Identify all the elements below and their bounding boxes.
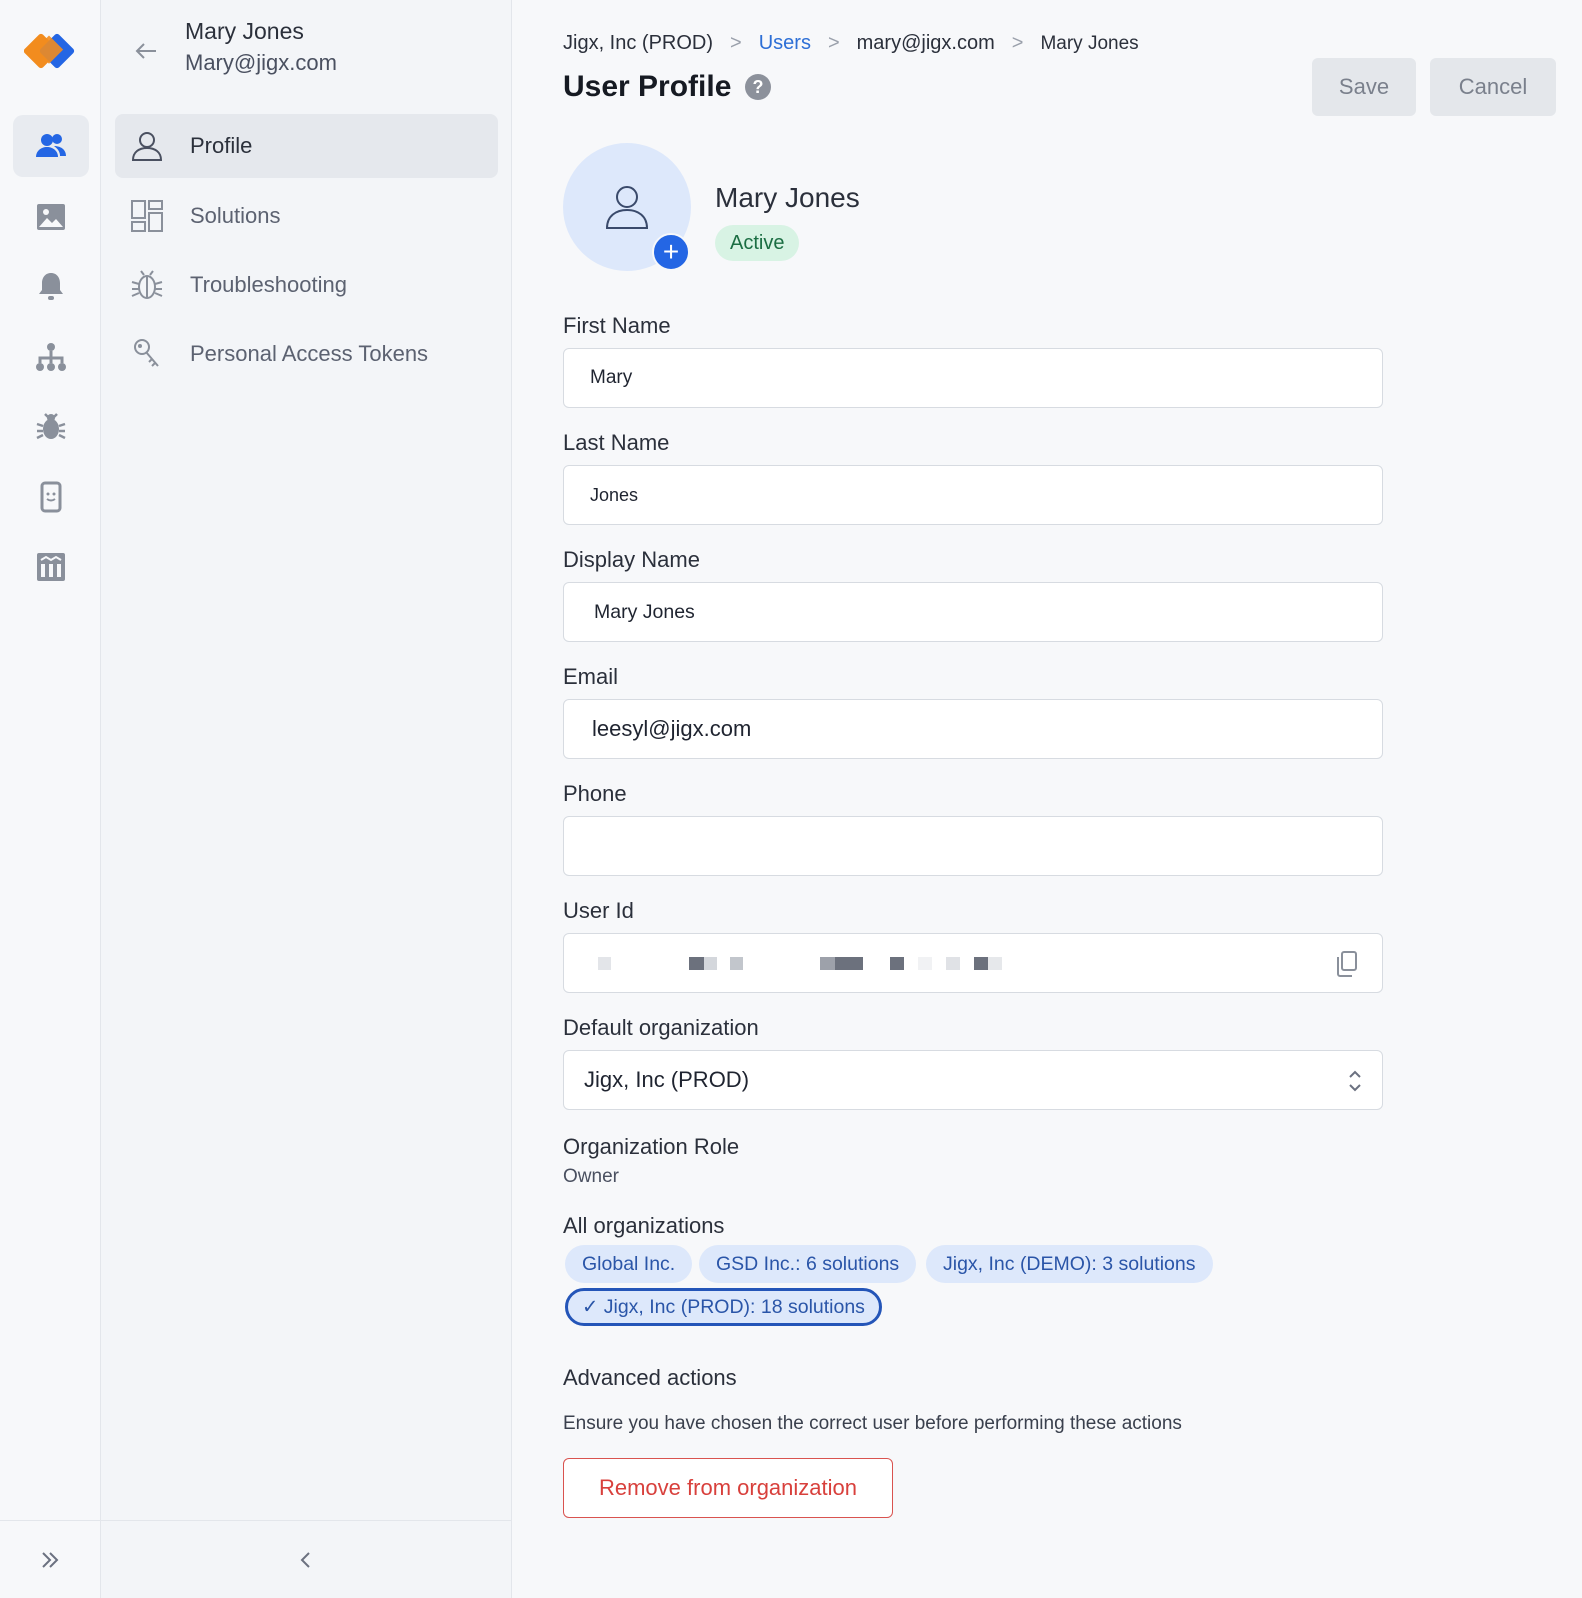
user-nav-panel: Mary Jones Mary@jigx.com Profile Solutio… — [101, 0, 512, 1598]
nav-item-troubleshooting[interactable]: Troubleshooting — [115, 253, 498, 317]
default-org-value: Jigx, Inc (PROD) — [584, 1067, 750, 1092]
phone-field[interactable] — [563, 816, 1383, 876]
rail-notifications[interactable] — [13, 256, 89, 318]
phone-label: Phone — [563, 781, 627, 806]
rail-warehouse[interactable] — [13, 536, 89, 598]
chevron-right-icon: > — [1011, 32, 1024, 54]
rail-debug[interactable] — [13, 396, 89, 458]
add-photo-button[interactable]: + — [652, 233, 690, 271]
first-name-field[interactable] — [563, 348, 1383, 408]
collapse-panel-button[interactable] — [101, 1520, 511, 1598]
hierarchy-icon — [36, 343, 66, 371]
copy-button[interactable] — [1334, 950, 1360, 983]
email-label: Email — [563, 664, 619, 689]
bug-icon — [36, 413, 66, 440]
profile-name: Mary Jones — [715, 182, 860, 213]
chevron-right-icon: > — [827, 32, 840, 54]
page-title: User Profile — [563, 70, 732, 103]
user-id-field — [563, 933, 1383, 993]
nav-item-solutions[interactable]: Solutions — [115, 184, 498, 248]
chevron-up-down-icon — [1349, 1070, 1361, 1092]
first-name-label: First Name — [563, 313, 671, 338]
display-name-field[interactable] — [563, 582, 1383, 642]
nav-item-label: Profile — [190, 133, 253, 158]
advanced-actions-title: Advanced actions — [563, 1365, 737, 1390]
breadcrumb-email[interactable]: mary@jigx.com — [857, 32, 995, 55]
last-name-field[interactable] — [563, 465, 1383, 525]
rail-devices[interactable] — [13, 466, 89, 528]
warehouse-icon — [37, 553, 65, 581]
default-org-select[interactable]: Jigx, Inc (PROD) — [563, 1050, 1383, 1110]
last-name-input[interactable] — [564, 466, 1382, 524]
org-chip[interactable]: Global Inc. — [565, 1245, 693, 1283]
redacted-user-id — [598, 956, 1002, 970]
icon-rail — [0, 0, 101, 1598]
nav-item-label: Personal Access Tokens — [190, 341, 429, 366]
org-role-label: Organization Role — [563, 1134, 740, 1159]
first-name-input[interactable] — [564, 349, 1382, 407]
last-name-label: Last Name — [563, 430, 670, 455]
nav-user-email: Mary@jigx.com — [185, 50, 337, 75]
person-icon — [127, 126, 167, 166]
arrow-left-icon — [135, 43, 156, 59]
remove-from-org-button[interactable]: Remove from organization — [563, 1458, 893, 1518]
rail-users[interactable] — [13, 115, 89, 177]
breadcrumb-current: Mary Jones — [1040, 32, 1139, 54]
cancel-button[interactable]: Cancel — [1430, 58, 1556, 116]
keys-icon — [127, 334, 167, 374]
display-name-label: Display Name — [563, 547, 700, 572]
chevron-right-icon: > — [730, 32, 742, 54]
nav-user-name: Mary Jones — [185, 18, 304, 44]
double-chevron-right-icon — [42, 1551, 59, 1568]
chevron-left-icon — [300, 1551, 310, 1568]
user-id-label: User Id — [563, 898, 634, 923]
org-chip[interactable]: GSD Inc.: 6 solutions — [699, 1245, 917, 1283]
rail-hierarchy[interactable] — [13, 326, 89, 388]
grid-icon — [127, 196, 167, 236]
nav-item-label: Troubleshooting — [190, 272, 347, 297]
display-name-input[interactable] — [564, 583, 1382, 641]
nav-item-access-tokens[interactable]: Personal Access Tokens — [115, 322, 498, 386]
email-field[interactable] — [563, 699, 1383, 759]
rail-media[interactable] — [13, 186, 89, 248]
all-orgs-label: All organizations — [563, 1213, 725, 1238]
help-icon[interactable]: ? — [745, 74, 771, 100]
image-icon — [37, 204, 65, 230]
breadcrumb-org[interactable]: Jigx, Inc (PROD) — [563, 32, 713, 55]
default-org-label: Default organization — [563, 1015, 759, 1040]
nav-item-label: Solutions — [190, 203, 281, 228]
bug-outline-icon — [127, 265, 167, 305]
org-chip-selected[interactable]: ✓ Jigx, Inc (PROD): 18 solutions — [565, 1288, 882, 1326]
app-logo-icon[interactable] — [23, 26, 76, 78]
copy-icon — [1337, 951, 1357, 977]
save-button[interactable]: Save — [1312, 58, 1416, 116]
nav-item-profile[interactable]: Profile — [115, 114, 498, 178]
org-chip[interactable]: Jigx, Inc (DEMO): 3 solutions — [926, 1245, 1213, 1283]
back-button[interactable] — [131, 36, 161, 66]
status-badge: Active — [715, 225, 800, 261]
breadcrumb-users[interactable]: Users — [759, 32, 811, 55]
person-icon — [605, 186, 649, 229]
main-content: Jigx, Inc (PROD) > Users > mary@jigx.com… — [512, 0, 1582, 1598]
phone-input[interactable] — [564, 817, 1382, 875]
breadcrumb: Jigx, Inc (PROD) > Users > mary@jigx.com… — [563, 32, 1139, 55]
bell-icon — [39, 273, 63, 300]
advanced-actions-note: Ensure you have chosen the correct user … — [563, 1413, 1182, 1434]
users-icon — [36, 134, 66, 157]
expand-rail-button[interactable] — [0, 1520, 100, 1598]
org-role-value: Owner — [563, 1166, 619, 1187]
email-input[interactable] — [564, 700, 1382, 758]
device-icon — [40, 481, 62, 513]
